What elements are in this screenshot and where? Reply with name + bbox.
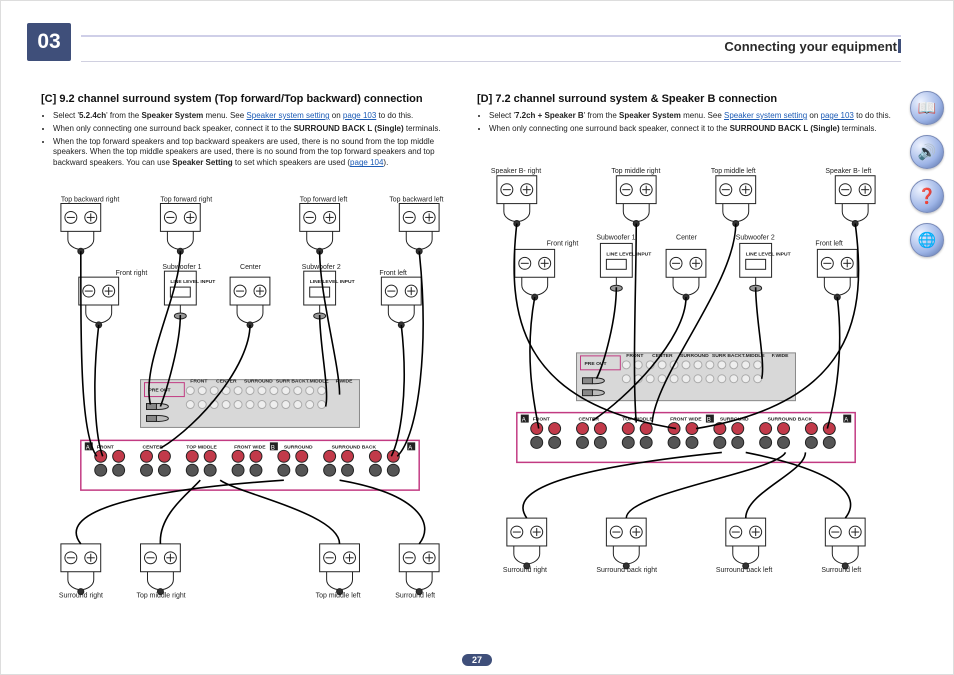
svg-text:Top middle right: Top middle right xyxy=(611,167,660,174)
link-speaker-system-setting-r[interactable]: Speaker system setting xyxy=(724,111,807,120)
right-diagram: Speaker B- right Top middle right Top mi… xyxy=(477,145,895,640)
left-diagram: Top backward right Top forward right Top… xyxy=(41,179,459,640)
link-page-104[interactable]: page 104 xyxy=(350,158,383,167)
svg-text:TOP MIDDLE: TOP MIDDLE xyxy=(186,444,217,450)
svg-text:FRONT WIDE: FRONT WIDE xyxy=(670,416,702,422)
svg-text:Surround back right: Surround back right xyxy=(596,566,657,573)
link-page-103[interactable]: page 103 xyxy=(343,111,376,120)
book-icon: 📖 xyxy=(918,99,937,117)
right-title: [D] 7.2 channel surround system & Speake… xyxy=(477,93,895,105)
header-title: Connecting your equipment xyxy=(724,39,897,54)
chapter-tab: 03 xyxy=(27,23,71,61)
help-icon-nav[interactable]: ❓ xyxy=(910,179,944,213)
svg-text:A: A xyxy=(844,417,848,423)
svg-text:Top backward left: Top backward left xyxy=(389,196,443,203)
svg-text:SURROUND: SURROUND xyxy=(244,379,273,385)
svg-text:LINE LEVEL INPUT: LINE LEVEL INPUT xyxy=(606,251,651,257)
svg-text:Center: Center xyxy=(676,234,698,241)
svg-text:Front left: Front left xyxy=(379,270,407,277)
link-speaker-system-setting[interactable]: Speaker system setting xyxy=(246,111,329,120)
svg-text:B: B xyxy=(707,417,711,423)
help-icon: ❓ xyxy=(918,187,937,205)
svg-text:FRONT: FRONT xyxy=(190,379,207,385)
svg-text:Top backward right: Top backward right xyxy=(61,196,119,203)
right-column: [D] 7.2 channel surround system & Speake… xyxy=(477,93,895,640)
right-bullet-1: Select '7.2ch + Speaker B' from the Spea… xyxy=(489,111,895,122)
speaker-icon-nav[interactable]: 🔊 xyxy=(910,135,944,169)
svg-text:Front left: Front left xyxy=(815,240,843,247)
globe-icon-nav[interactable]: 🌐 xyxy=(910,223,944,257)
svg-text:SURROUND BACK: SURROUND BACK xyxy=(768,416,813,422)
svg-text:Top forward left: Top forward left xyxy=(300,196,348,203)
manual-icon[interactable]: 📖 xyxy=(910,91,944,125)
globe-icon: 🌐 xyxy=(918,231,937,249)
svg-text:LINE LEVEL INPUT: LINE LEVEL INPUT xyxy=(310,279,355,285)
svg-text:Surround right: Surround right xyxy=(59,593,103,600)
right-bullet-2: When only connecting one surround back s… xyxy=(489,124,895,135)
left-bullet-1: Select '5.2.4ch' from the Speaker System… xyxy=(53,111,459,122)
svg-text:Center: Center xyxy=(240,264,262,271)
header-rule-top xyxy=(81,35,901,37)
svg-text:SURR BACK: SURR BACK xyxy=(276,379,306,385)
svg-text:SURROUND: SURROUND xyxy=(284,444,313,450)
left-column: [C] 9.2 channel surround system (Top for… xyxy=(41,93,459,640)
svg-text:A: A xyxy=(86,445,90,451)
svg-text:SURR BACK: SURR BACK xyxy=(712,352,742,358)
svg-text:B: B xyxy=(271,445,275,451)
svg-text:SURROUND BACK: SURROUND BACK xyxy=(332,444,377,450)
svg-text:A: A xyxy=(408,445,412,451)
svg-text:LINE LEVEL INPUT: LINE LEVEL INPUT xyxy=(746,251,791,257)
link-page-103-r[interactable]: page 103 xyxy=(821,111,854,120)
svg-text:Subwoofer 2: Subwoofer 2 xyxy=(736,234,775,241)
svg-text:Front right: Front right xyxy=(116,270,148,277)
header-rule-bottom xyxy=(81,61,901,62)
left-title: [C] 9.2 channel surround system (Top for… xyxy=(41,93,459,105)
svg-text:Subwoofer 1: Subwoofer 1 xyxy=(596,234,635,241)
svg-text:Front right: Front right xyxy=(547,240,579,247)
svg-text:Surround right: Surround right xyxy=(503,566,547,573)
svg-text:Speaker B- left: Speaker B- left xyxy=(825,167,871,174)
left-bullet-2: When only connecting one surround back s… xyxy=(53,124,459,135)
svg-text:CENTER: CENTER xyxy=(143,444,164,450)
left-bullets: Select '5.2.4ch' from the Speaker System… xyxy=(41,111,459,171)
page-number-badge: 27 xyxy=(462,654,492,666)
svg-text:Top middle left: Top middle left xyxy=(316,593,361,600)
svg-text:Surround left: Surround left xyxy=(395,593,435,600)
svg-text:Top forward right: Top forward right xyxy=(160,196,212,203)
svg-text:SURROUND: SURROUND xyxy=(680,352,709,358)
header-accent-bar xyxy=(898,39,901,53)
left-bullet-3: When the top forward speakers and top ba… xyxy=(53,137,459,169)
speaker-icon: 🔊 xyxy=(918,143,937,161)
svg-text:Surround left: Surround left xyxy=(821,566,861,573)
svg-text:Top middle right: Top middle right xyxy=(137,593,186,600)
svg-text:FRONT: FRONT xyxy=(533,416,550,422)
svg-text:Speaker B- right: Speaker B- right xyxy=(491,167,541,174)
svg-text:F.WIDE: F.WIDE xyxy=(772,352,790,358)
svg-text:Top middle left: Top middle left xyxy=(711,167,756,174)
svg-text:A: A xyxy=(522,417,526,423)
svg-text:FRONT WIDE: FRONT WIDE xyxy=(234,444,266,450)
right-bullets: Select '7.2ch + Speaker B' from the Spea… xyxy=(477,111,895,137)
svg-text:Subwoofer 1: Subwoofer 1 xyxy=(162,264,201,271)
svg-text:Surround back left: Surround back left xyxy=(716,566,772,573)
